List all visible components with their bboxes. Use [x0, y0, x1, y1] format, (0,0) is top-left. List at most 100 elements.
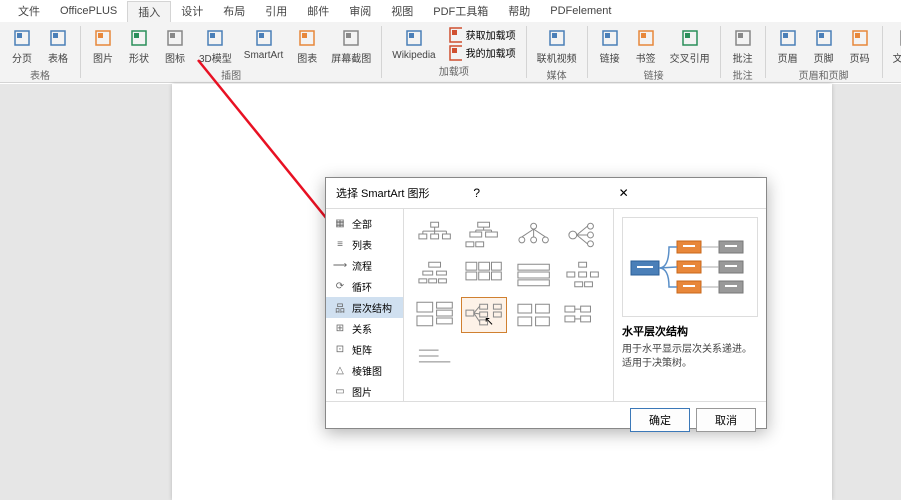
- ribbon-btn-6-0[interactable]: 页眉: [772, 26, 804, 67]
- category-icon: ≡: [334, 239, 346, 251]
- ribbon-btn-4-0[interactable]: 链接: [594, 26, 626, 67]
- layout-thumb-12[interactable]: [412, 337, 457, 373]
- ribbon-icon: [254, 28, 274, 48]
- category-5[interactable]: ⊞关系: [326, 318, 403, 339]
- category-label: 层次结构: [352, 300, 392, 315]
- layout-thumb-6[interactable]: [511, 257, 556, 293]
- tab-7[interactable]: 审阅: [339, 1, 381, 21]
- ribbon-icon: [12, 28, 32, 48]
- layout-thumb-4[interactable]: [412, 257, 457, 293]
- category-6[interactable]: ⊡ 矩阵: [326, 339, 403, 360]
- dialog-footer: 确定 取消: [326, 401, 766, 438]
- ribbon-btn-2-0[interactable]: Wikipedia: [388, 26, 439, 63]
- preview-image: [622, 217, 758, 317]
- tab-4[interactable]: 布局: [213, 1, 255, 21]
- category-8[interactable]: ▭图片: [326, 381, 403, 401]
- ribbon-icon: [778, 28, 798, 48]
- category-label: 图片: [352, 384, 372, 399]
- ribbon-label: 页脚: [814, 50, 834, 65]
- ribbon-btn-1-2[interactable]: 图标: [159, 26, 191, 67]
- help-button[interactable]: ?: [465, 184, 610, 202]
- ribbon-label: 图片: [93, 50, 113, 65]
- tab-8[interactable]: 视图: [381, 1, 423, 21]
- category-4[interactable]: 品层次结构: [326, 297, 403, 318]
- category-icon: ▦: [334, 218, 346, 230]
- layout-thumb-8[interactable]: [412, 297, 457, 333]
- ribbon-small-2-1[interactable]: 我的加载项: [444, 44, 520, 61]
- ok-button[interactable]: 确定: [630, 408, 690, 432]
- category-3[interactable]: ⟳循环: [326, 276, 403, 297]
- tab-3[interactable]: 设计: [171, 1, 213, 21]
- cancel-button[interactable]: 取消: [696, 408, 756, 432]
- ribbon-icon: [48, 28, 68, 48]
- ribbon-label: Wikipedia: [392, 50, 435, 61]
- layout-thumb-5[interactable]: [461, 257, 506, 293]
- layout-thumb-10[interactable]: [511, 297, 556, 333]
- layout-thumb-9[interactable]: [461, 297, 506, 333]
- ribbon-icon: [93, 28, 113, 48]
- group-label: 加载项: [439, 63, 469, 80]
- tab-11[interactable]: PDFelement: [540, 3, 621, 19]
- dialog-body: ▦ 全部 ≡列表⟶流程⟳循环品层次结构⊞关系 ⊡ 矩阵 △ 棱锥图 ▭图片: [326, 209, 766, 401]
- ribbon-content: 分页表格表格图片形状图标3D模型SmartArt图表屏幕截图插图Wikipedi…: [0, 22, 901, 82]
- tab-5[interactable]: 引用: [255, 1, 297, 21]
- ribbon-btn-0-0[interactable]: 分页: [6, 26, 38, 67]
- category-label: 棱锥图: [352, 363, 382, 378]
- ribbon-btn-1-6[interactable]: 屏幕截图: [327, 26, 375, 67]
- tab-1[interactable]: OfficePLUS: [50, 3, 127, 19]
- category-icon: ⊡: [334, 344, 346, 356]
- ribbon-btn-4-2[interactable]: 交叉引用: [666, 26, 714, 67]
- ribbon-label: 交叉引用: [670, 50, 710, 65]
- ribbon-label: 联机视频: [537, 50, 577, 65]
- ribbon-label: 表格: [48, 50, 68, 65]
- ribbon-btn-6-2[interactable]: 页码: [844, 26, 876, 67]
- layout-thumb-2[interactable]: [511, 217, 556, 253]
- tab-2[interactable]: 插入: [127, 1, 171, 22]
- tab-6[interactable]: 邮件: [297, 1, 339, 21]
- ribbon-small-2-0[interactable]: 获取加载项: [444, 26, 520, 43]
- category-2[interactable]: ⟶流程: [326, 255, 403, 276]
- category-0[interactable]: ▦ 全部: [326, 213, 403, 234]
- dialog-titlebar: 选择 SmartArt 图形 ? ✕: [326, 178, 766, 209]
- ribbon-btn-1-1[interactable]: 形状: [123, 26, 155, 67]
- category-1[interactable]: ≡列表: [326, 234, 403, 255]
- category-icon: △: [334, 365, 346, 377]
- layout-thumb-7[interactable]: [560, 257, 605, 293]
- layout-thumb-1[interactable]: [461, 217, 506, 253]
- ribbon-btn-6-1[interactable]: 页脚: [808, 26, 840, 67]
- ribbon-btn-1-5[interactable]: 图表: [291, 26, 323, 67]
- smartart-dialog: 选择 SmartArt 图形 ? ✕ ▦全部≡列表⟶流程⟳循环品层次结构⊞关系⊡…: [325, 177, 767, 429]
- ribbon-small-label: 获取加载项: [466, 27, 516, 42]
- preview-title: 水平层次结构: [622, 323, 758, 339]
- close-button[interactable]: ✕: [611, 184, 756, 202]
- tab-10[interactable]: 帮助: [498, 1, 540, 21]
- group-label: 页眉和页脚: [799, 67, 849, 84]
- tab-0[interactable]: 文件: [8, 1, 50, 21]
- ribbon-label: 分页: [12, 50, 32, 65]
- tab-9[interactable]: PDF工具箱: [423, 1, 498, 21]
- ribbon-btn-1-4[interactable]: SmartArt: [240, 26, 287, 63]
- group-label: 批注: [733, 67, 753, 84]
- ribbon-btn-1-0[interactable]: 图片: [87, 26, 119, 67]
- category-7[interactable]: △ 棱锥图: [326, 360, 403, 381]
- category-list: ▦ 全部 ≡列表⟶流程⟳循环品层次结构⊞关系 ⊡ 矩阵 △ 棱锥图 ▭图片: [326, 209, 404, 401]
- ribbon-group-2: Wikipedia 获取加载项我的加载项加载项: [382, 26, 526, 78]
- category-icon: ⟶: [334, 260, 346, 272]
- layout-thumb-3[interactable]: [560, 217, 605, 253]
- group-label: 媒体: [547, 67, 567, 84]
- layout-thumb-11[interactable]: [560, 297, 605, 333]
- ribbon-btn-7-0[interactable]: 文本框: [889, 26, 901, 67]
- ribbon-btn-3-0[interactable]: 联机视频: [533, 26, 581, 67]
- ribbon-label: 3D模型: [199, 50, 232, 65]
- ribbon-btn-4-1[interactable]: 书签: [630, 26, 662, 67]
- ribbon-btn-0-1[interactable]: 表格: [42, 26, 74, 67]
- ribbon-btn-1-3[interactable]: 3D模型: [195, 26, 236, 67]
- group-label: 表格: [30, 67, 50, 84]
- category-label: 全部: [352, 216, 372, 231]
- ribbon-icon: [165, 28, 185, 48]
- category-label: 矩阵: [352, 342, 372, 357]
- category-icon: ⟳: [334, 281, 346, 293]
- ribbon-icon: [733, 28, 753, 48]
- ribbon-btn-5-0[interactable]: 批注: [727, 26, 759, 67]
- layout-thumb-0[interactable]: [412, 217, 457, 253]
